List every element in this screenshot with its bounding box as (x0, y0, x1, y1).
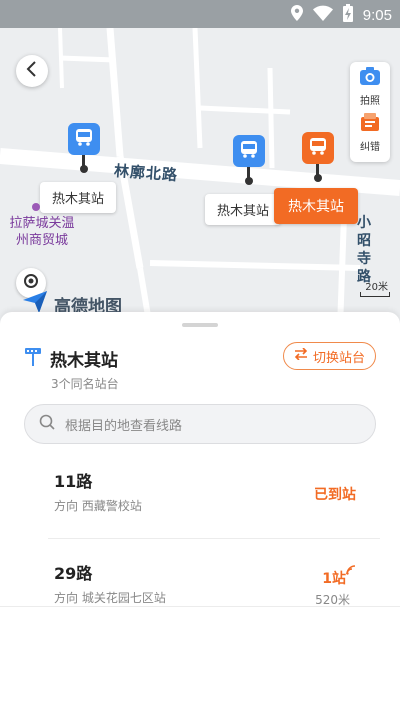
search-icon (39, 414, 55, 434)
report-icon (360, 112, 380, 136)
route-name: 29路 (54, 564, 93, 583)
route-search-input[interactable]: 根据目的地查看线路 (24, 404, 376, 444)
route-direction: 方向 西藏警校站 (54, 499, 142, 513)
route-row[interactable]: 11路 方向 西藏警校站 已到站 (0, 462, 400, 538)
switch-platform-label: 切换站台 (312, 350, 365, 366)
stop-subtitle: 3个同名站台 (51, 377, 119, 391)
map-scale: 20米 (365, 282, 388, 293)
divider (48, 538, 380, 539)
station-map-label[interactable]: 热木其站 (205, 194, 282, 225)
stop-name: 热木其站 (50, 351, 118, 371)
bus-stop-marker[interactable] (68, 123, 100, 155)
scale-bar (360, 292, 390, 297)
poi-label: 拉萨城关温 州商贸城 (2, 215, 82, 249)
road-name-east: 小昭寺路 (357, 215, 372, 285)
sheet-drag-handle[interactable] (182, 323, 218, 327)
status-bar: 9:05 (0, 0, 400, 28)
location-icon (290, 5, 303, 25)
camera-icon (359, 66, 381, 90)
road-name-north: 林廓北路 (113, 161, 179, 185)
station-map-label[interactable]: 热木其站 (40, 182, 117, 213)
status-time: 9:05 (362, 6, 392, 24)
report-error-button[interactable]: 纠错 (360, 112, 380, 158)
swap-icon (294, 347, 308, 364)
chevron-left-icon (26, 61, 38, 81)
bus-stop-sign-icon (24, 347, 42, 371)
map-tools: 拍照 纠错 (350, 62, 390, 162)
bus-icon (74, 127, 94, 151)
route-name: 11路 (54, 472, 93, 491)
marker-dot (314, 174, 322, 182)
battery-charging-icon (342, 4, 353, 26)
route-row[interactable]: 29路 方向 城关花园七区站 1站 520米 (0, 556, 400, 616)
station-sheet: 热木其站 3个同名站台 切换站台 根据目的地查看线路 11路 方向 西藏警校站 … (0, 312, 400, 710)
bus-icon (308, 136, 328, 160)
bus-stop-marker-selected[interactable] (302, 132, 334, 164)
wifi-icon (312, 5, 333, 25)
poi-dot-icon (32, 196, 40, 215)
photo-label: 拍照 (360, 96, 380, 107)
poi-label-line2: 州商贸城 (15, 233, 68, 248)
route-arrival-status: 1站 (322, 571, 346, 587)
map-view[interactable]: 拍照 纠错 林廓北路 热木其站 热木其站 热木其站 小昭寺路 拉萨城关温 州商贸… (0, 28, 400, 328)
poi-label-line1: 拉萨城关温 (9, 216, 75, 231)
search-placeholder: 根据目的地查看线路 (65, 418, 183, 434)
route-arrival-status: 已到站 (314, 487, 356, 503)
marker-dot (245, 177, 253, 185)
bus-stop-marker[interactable] (233, 135, 265, 167)
report-label: 纠错 (360, 142, 380, 153)
switch-platform-button[interactable]: 切换站台 (282, 342, 376, 370)
marker-dot (80, 165, 88, 173)
divider (0, 606, 400, 607)
route-direction: 方向 城关花园七区站 (54, 591, 166, 605)
station-map-label-selected[interactable]: 热木其站 (274, 188, 358, 224)
bus-icon (239, 139, 259, 163)
stop-header: 热木其站 (24, 346, 118, 371)
realtime-signal-icon (346, 560, 356, 579)
back-button[interactable] (16, 55, 48, 87)
photo-button[interactable]: 拍照 (359, 66, 381, 112)
map-roads (0, 28, 400, 328)
